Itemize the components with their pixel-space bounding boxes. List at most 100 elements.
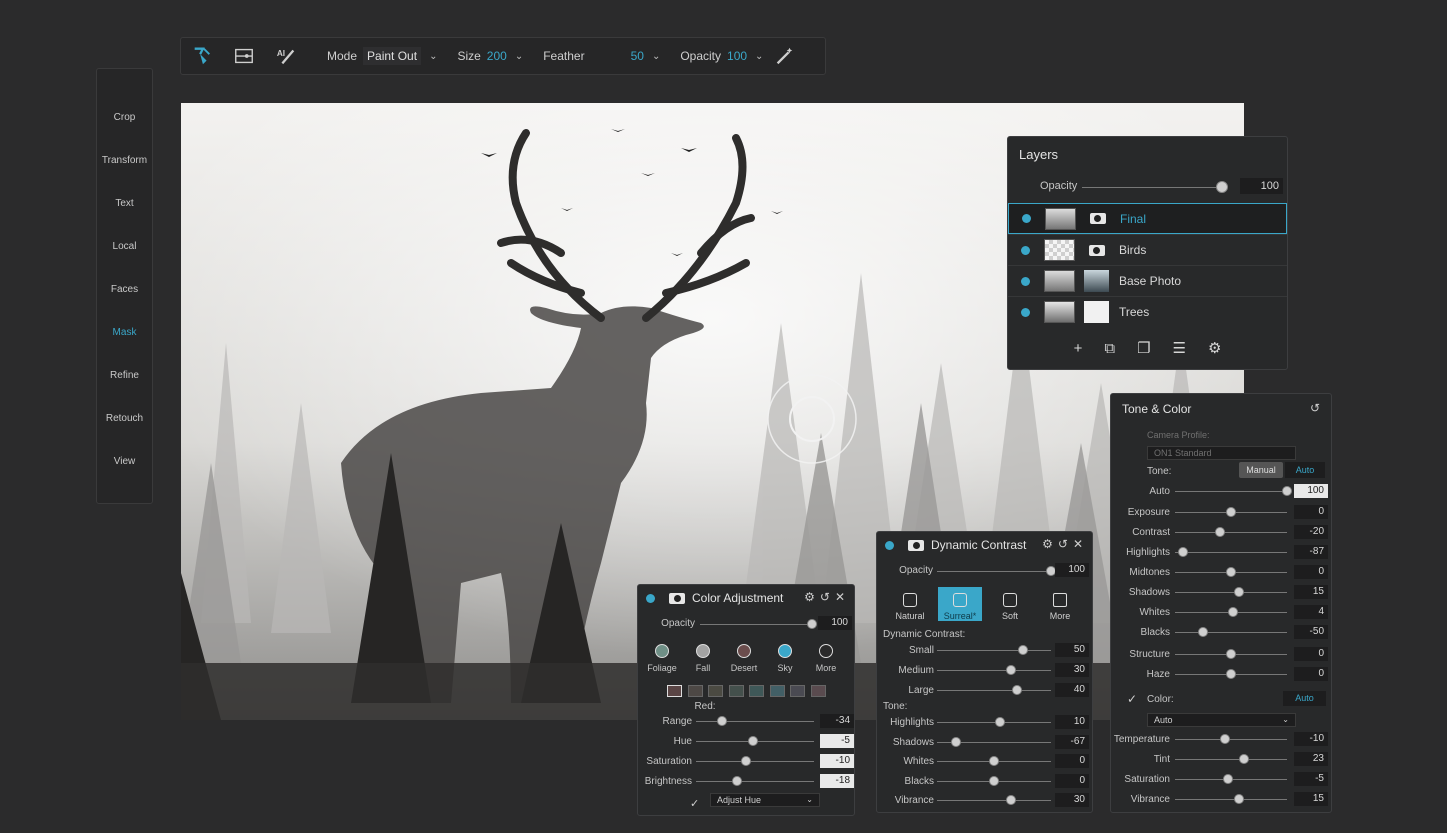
manual-button[interactable]: Manual: [1239, 462, 1283, 478]
gear-icon[interactable]: ⚙: [1208, 339, 1221, 357]
slider-value[interactable]: 4: [1294, 605, 1328, 619]
slider-value[interactable]: -5: [1294, 772, 1328, 786]
slider-knob[interactable]: [951, 736, 962, 747]
color-preset-label[interactable]: Foliage: [641, 663, 683, 673]
slider-knob[interactable]: [1214, 527, 1225, 537]
adjustment-slider[interactable]: [937, 665, 1051, 675]
adjustment-slider[interactable]: [696, 736, 814, 746]
slider-knob[interactable]: [1011, 685, 1022, 695]
preset-surreal[interactable]: Surreal*: [938, 587, 982, 621]
slider-value[interactable]: 23: [1294, 752, 1328, 766]
adjustment-slider[interactable]: [937, 795, 1051, 805]
slider-value[interactable]: 30: [1055, 663, 1089, 677]
duplicate-layer-icon[interactable]: ⧉: [1104, 340, 1115, 357]
tone-auto-button[interactable]: Auto: [1285, 462, 1325, 478]
color-mode-dropdown[interactable]: Auto ⌄: [1147, 713, 1296, 727]
adjustment-slider[interactable]: [1175, 567, 1287, 577]
camera-profile-dropdown[interactable]: ON1 Standard: [1147, 446, 1296, 460]
color-auto-button[interactable]: Auto: [1283, 691, 1326, 706]
chevron-down-icon[interactable]: ⌄: [755, 51, 763, 62]
slider-value[interactable]: 100: [1294, 484, 1328, 498]
slider-knob[interactable]: [1239, 754, 1250, 764]
slider-knob[interactable]: [1198, 627, 1208, 637]
tool-retouch[interactable]: Retouch: [97, 392, 152, 435]
adjust-hue-dropdown[interactable]: Adjust Hue ⌄: [710, 793, 820, 807]
slider-knob[interactable]: [1226, 567, 1236, 577]
tool-crop[interactable]: Crop: [97, 91, 152, 134]
layer-visibility-dot[interactable]: [1021, 307, 1030, 317]
filter-enabled-dot[interactable]: [646, 594, 655, 603]
slider-value[interactable]: -10: [820, 754, 854, 768]
preset-natural[interactable]: Natural: [888, 587, 932, 621]
slider-knob[interactable]: [1220, 734, 1231, 744]
slider-knob[interactable]: [989, 775, 999, 786]
adjustment-slider[interactable]: [1175, 649, 1287, 659]
adjustment-slider[interactable]: [1175, 486, 1292, 496]
slider-knob[interactable]: [1216, 181, 1229, 193]
slider-value[interactable]: 15: [1294, 792, 1328, 806]
hue-range-swatch[interactable]: [769, 685, 785, 697]
opacity-value[interactable]: 100: [727, 49, 747, 63]
adjustment-slider[interactable]: [937, 775, 1051, 786]
layer-row[interactable]: Final: [1008, 203, 1287, 234]
layers-opacity-slider[interactable]: [1082, 181, 1229, 193]
hue-range-swatch[interactable]: [790, 685, 805, 697]
adjustment-slider[interactable]: [1175, 507, 1287, 517]
panel-header-icons[interactable]: ⚙↺✕: [804, 590, 850, 604]
slider-value[interactable]: -20: [1294, 525, 1328, 539]
mode-select[interactable]: Paint Out: [363, 47, 422, 65]
add-layer-icon[interactable]: +: [1074, 340, 1083, 357]
tool-mask[interactable]: Mask: [97, 306, 152, 349]
adjustment-slider[interactable]: [1175, 607, 1287, 617]
slider-value[interactable]: 50: [1055, 643, 1089, 657]
adjustment-slider[interactable]: [937, 736, 1051, 747]
chevron-down-icon[interactable]: ⌄: [515, 51, 523, 62]
adjustment-slider[interactable]: [937, 717, 1051, 727]
adjustment-slider[interactable]: [937, 756, 1051, 766]
preset-soft[interactable]: Soft: [988, 587, 1032, 621]
slider-knob[interactable]: [807, 619, 817, 629]
slider-value[interactable]: -50: [1294, 625, 1328, 639]
color-preset-label[interactable]: Fall: [682, 663, 724, 673]
slider-knob[interactable]: [1006, 795, 1017, 805]
gradient-mask-button[interactable]: [223, 38, 265, 74]
dc-opacity-value[interactable]: 100: [1055, 563, 1089, 577]
tool-local[interactable]: Local: [97, 220, 152, 263]
slider-knob[interactable]: [747, 736, 758, 746]
hue-range-swatch[interactable]: [708, 685, 723, 697]
color-preset-swatch[interactable]: [819, 644, 833, 658]
slider-value[interactable]: 0: [1294, 647, 1328, 661]
filter-enabled-dot[interactable]: [885, 541, 894, 550]
ca-opacity-slider[interactable]: [700, 619, 817, 629]
preset-more[interactable]: More: [1038, 587, 1082, 621]
hue-range-swatch[interactable]: [667, 685, 682, 697]
size-value[interactable]: 200: [487, 49, 507, 63]
stack-layers-icon[interactable]: ☰: [1173, 339, 1186, 357]
slider-knob[interactable]: [1006, 665, 1017, 675]
adjustment-slider[interactable]: [696, 716, 814, 726]
layer-row[interactable]: Birds: [1008, 234, 1287, 265]
slider-knob[interactable]: [994, 717, 1005, 727]
slider-knob[interactable]: [1282, 486, 1292, 496]
slider-value[interactable]: -87: [1294, 545, 1328, 559]
hue-range-swatch[interactable]: [728, 685, 744, 697]
adjustment-slider[interactable]: [1175, 774, 1287, 784]
slider-value[interactable]: -67: [1055, 734, 1089, 749]
slider-knob[interactable]: [1226, 649, 1236, 659]
eyedropper-icon[interactable]: ✓: [1127, 692, 1137, 706]
layer-mask-thumbnail[interactable]: [1085, 208, 1110, 230]
slider-knob[interactable]: [1222, 774, 1233, 784]
slider-value[interactable]: 40: [1055, 683, 1089, 697]
layer-row[interactable]: Base Photo: [1008, 265, 1287, 296]
slider-value[interactable]: 0: [1055, 773, 1089, 788]
slider-value[interactable]: -10: [1294, 732, 1328, 746]
layer-visibility-dot[interactable]: [1021, 245, 1030, 255]
slider-knob[interactable]: [716, 716, 727, 726]
layer-mask-thumbnail[interactable]: [1084, 239, 1109, 261]
adjustment-slider[interactable]: [937, 685, 1051, 695]
adjustment-slider[interactable]: [937, 645, 1051, 655]
layer-visibility-dot[interactable]: [1022, 214, 1031, 223]
mask-brush-button[interactable]: [181, 38, 223, 74]
slider-knob[interactable]: [1233, 794, 1244, 804]
slider-value[interactable]: 30: [1055, 793, 1089, 807]
